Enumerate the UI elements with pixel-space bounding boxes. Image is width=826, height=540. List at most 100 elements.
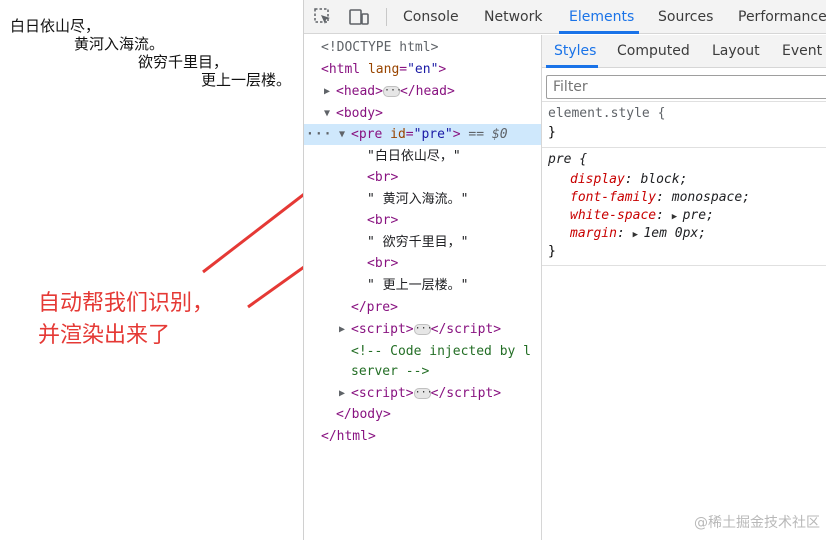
text-node-2: " 黄河入海流。"	[367, 192, 469, 207]
doctype-text: <!DOCTYPE html>	[321, 40, 439, 55]
rule-close-brace: }	[548, 125, 556, 140]
sidebar-tabs: Styles Computed Layout Event L	[542, 35, 826, 68]
dom-node-doctype[interactable]: <!DOCTYPE html>	[304, 37, 541, 58]
tab-computed[interactable]: Computed	[617, 35, 690, 68]
dom-node-script[interactable]: ▶ <script>···</script>	[304, 319, 541, 340]
head-close-tag-name: head	[415, 84, 447, 99]
comment-line-2: server -->	[351, 364, 430, 379]
collapse-triangle-icon[interactable]: ▼	[324, 103, 336, 124]
dom-comment-node[interactable]: server -->	[304, 361, 541, 382]
ellipsis-icon[interactable]: ···	[413, 324, 433, 335]
tab-sources[interactable]: Sources	[658, 0, 713, 34]
text-node-3: " 欲穷千里目，"	[367, 235, 469, 250]
active-subtab-indicator	[546, 65, 598, 68]
property-value: pre;	[682, 208, 714, 223]
styles-filter-input[interactable]: Filter	[546, 75, 826, 99]
expand-triangle-icon[interactable]: ▶	[339, 383, 351, 404]
poem-line-4: 更上一层楼。	[201, 71, 292, 89]
declaration-margin[interactable]: margin: ▶ 1em 0px;	[570, 225, 706, 243]
watermark: @稀土掘金技术社区	[694, 515, 820, 531]
rendered-page: 白日依山尽， 黄河入海流。 欲穷千里目， 更上一层楼。 自动帮我们识别， 并渲染…	[0, 0, 303, 540]
property-name: margin	[570, 226, 617, 241]
declaration-font-family[interactable]: font-family: monospace;	[570, 189, 750, 207]
tab-elements[interactable]: Elements	[569, 0, 634, 34]
html-lang-attr: lang	[367, 62, 400, 77]
more-options-icon[interactable]: ···	[306, 124, 332, 145]
dom-tree: <!DOCTYPE html> <html lang="en"> ▶ <head…	[304, 35, 541, 540]
dom-node-html[interactable]: <html lang="en">	[304, 59, 541, 80]
comment-line-1: <!-- Code injected by l	[351, 344, 532, 359]
pre-close-tag: </pre>	[351, 300, 398, 315]
script-close-tag-name: script	[446, 322, 494, 337]
br-tag: <br>	[367, 213, 399, 228]
tab-layout[interactable]: Layout	[712, 35, 760, 68]
property-name: white-space	[570, 208, 657, 223]
dom-comment-node[interactable]: <!-- Code injected by l	[304, 341, 541, 362]
dom-node-br[interactable]: <br>	[304, 210, 541, 231]
divider	[542, 101, 826, 102]
dom-text-node[interactable]: " 更上一层楼。"	[304, 275, 541, 296]
dom-node-head[interactable]: ▶ <head>···</head>	[304, 81, 541, 102]
pre-id-value: "pre"	[413, 127, 453, 142]
html-close-tag: </html>	[321, 429, 376, 444]
tab-event-listeners[interactable]: Event L	[782, 35, 826, 68]
text-node-4: " 更上一层楼。"	[367, 278, 469, 293]
script-close-tag-name: script	[446, 386, 494, 401]
dom-node-body-close[interactable]: </body>	[304, 404, 541, 425]
poem-line-1: 白日依山尽，	[10, 17, 101, 35]
expand-triangle-icon[interactable]: ▶	[339, 319, 351, 340]
expand-triangle-icon[interactable]: ▶	[672, 212, 683, 222]
property-name: font-family	[570, 190, 657, 205]
br-tag: <br>	[367, 170, 399, 185]
script-tag-name: script	[358, 386, 406, 401]
expand-triangle-icon[interactable]: ▶	[633, 230, 644, 240]
declaration-display[interactable]: display: block;	[570, 171, 687, 189]
ellipsis-icon[interactable]: ···	[413, 388, 433, 399]
ellipsis-icon[interactable]: ···	[382, 86, 402, 97]
dom-text-node[interactable]: " 欲穷千里目，"	[304, 232, 541, 253]
dom-node-pre-selected[interactable]: ··· ▼ <pre id="pre"> == $0	[304, 124, 541, 145]
annotation-line-2: 并渲染出来了	[38, 323, 171, 348]
tab-styles[interactable]: Styles	[554, 35, 596, 68]
expand-triangle-icon[interactable]: ▶	[324, 81, 336, 102]
dom-text-node[interactable]: " 黄河入海流。"	[304, 189, 541, 210]
text-node-1: "白日依山尽，"	[367, 149, 461, 164]
html-lang-value: "en"	[407, 62, 439, 77]
element-style-selector[interactable]: element.style {	[548, 105, 665, 123]
declaration-white-space[interactable]: white-space: ▶ pre;	[570, 207, 714, 225]
tab-console[interactable]: Console	[403, 0, 459, 34]
dom-node-body[interactable]: ▼ <body>	[304, 103, 541, 124]
poem-line-3: 欲穷千里目，	[138, 53, 229, 71]
active-tab-indicator	[559, 31, 639, 34]
poem-line-2: 黄河入海流。	[74, 35, 165, 53]
head-tag-name: head	[343, 84, 376, 99]
annotation-text: 自动帮我们识别， 并渲染出来了	[38, 288, 214, 352]
devtools-panel: Console Network Elements Sources Perform…	[303, 0, 826, 540]
html-tag-name: html	[328, 62, 361, 77]
property-value: block;	[640, 172, 688, 187]
pre-id-attr: id	[390, 127, 406, 142]
dom-node-script[interactable]: ▶ <script>···</script>	[304, 383, 541, 404]
annotation-line-1: 自动帮我们识别，	[38, 291, 215, 316]
divider	[542, 147, 826, 148]
dom-text-node[interactable]: "白日依山尽，"	[304, 146, 541, 167]
tab-network[interactable]: Network	[484, 0, 542, 34]
selected-node-marker: == $0	[468, 127, 508, 142]
inspect-element-icon[interactable]	[312, 6, 334, 28]
body-close-tag: </body>	[336, 407, 391, 422]
collapse-triangle-icon[interactable]: ▼	[339, 124, 351, 145]
dom-node-pre-close[interactable]: </pre>	[304, 297, 541, 318]
pre-selector[interactable]: pre {	[548, 151, 587, 169]
device-toolbar-icon[interactable]	[348, 6, 370, 28]
property-value: 1em 0px;	[643, 226, 707, 241]
property-name: display	[570, 172, 625, 187]
dom-node-br[interactable]: <br>	[304, 167, 541, 188]
pre-tag-name: pre	[358, 127, 383, 142]
br-tag: <br>	[367, 256, 399, 271]
dom-node-br[interactable]: <br>	[304, 253, 541, 274]
toolbar-divider	[386, 8, 387, 26]
script-tag-name: script	[358, 322, 406, 337]
dom-node-html-close[interactable]: </html>	[304, 426, 541, 447]
body-tag-name: body	[343, 106, 376, 121]
tab-performance[interactable]: Performance	[738, 0, 826, 34]
